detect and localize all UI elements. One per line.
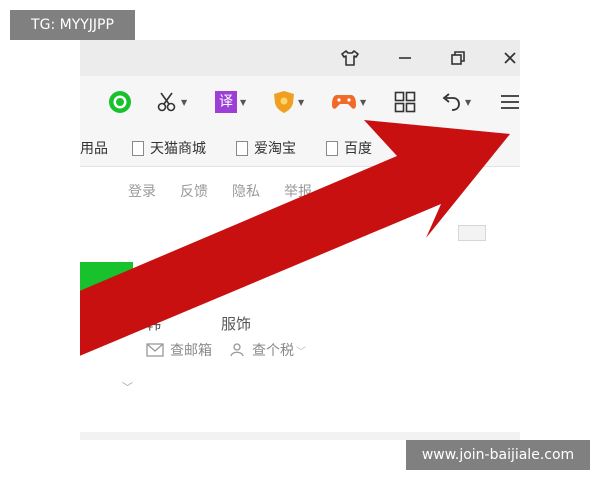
watermark-tag-bottom-right: www.join-baijiale.com — [406, 440, 590, 470]
watermark-tag-top-left: TG: MYYJJPP — [10, 10, 135, 40]
browser-screenshot: ▼ 译 ▼ ▼ ▼ ▼ 用品 天猫商城 爱淘宝 百度 登录 反馈 隐私 举报 韩… — [80, 40, 520, 440]
red-arrow-annotation — [80, 120, 510, 356]
